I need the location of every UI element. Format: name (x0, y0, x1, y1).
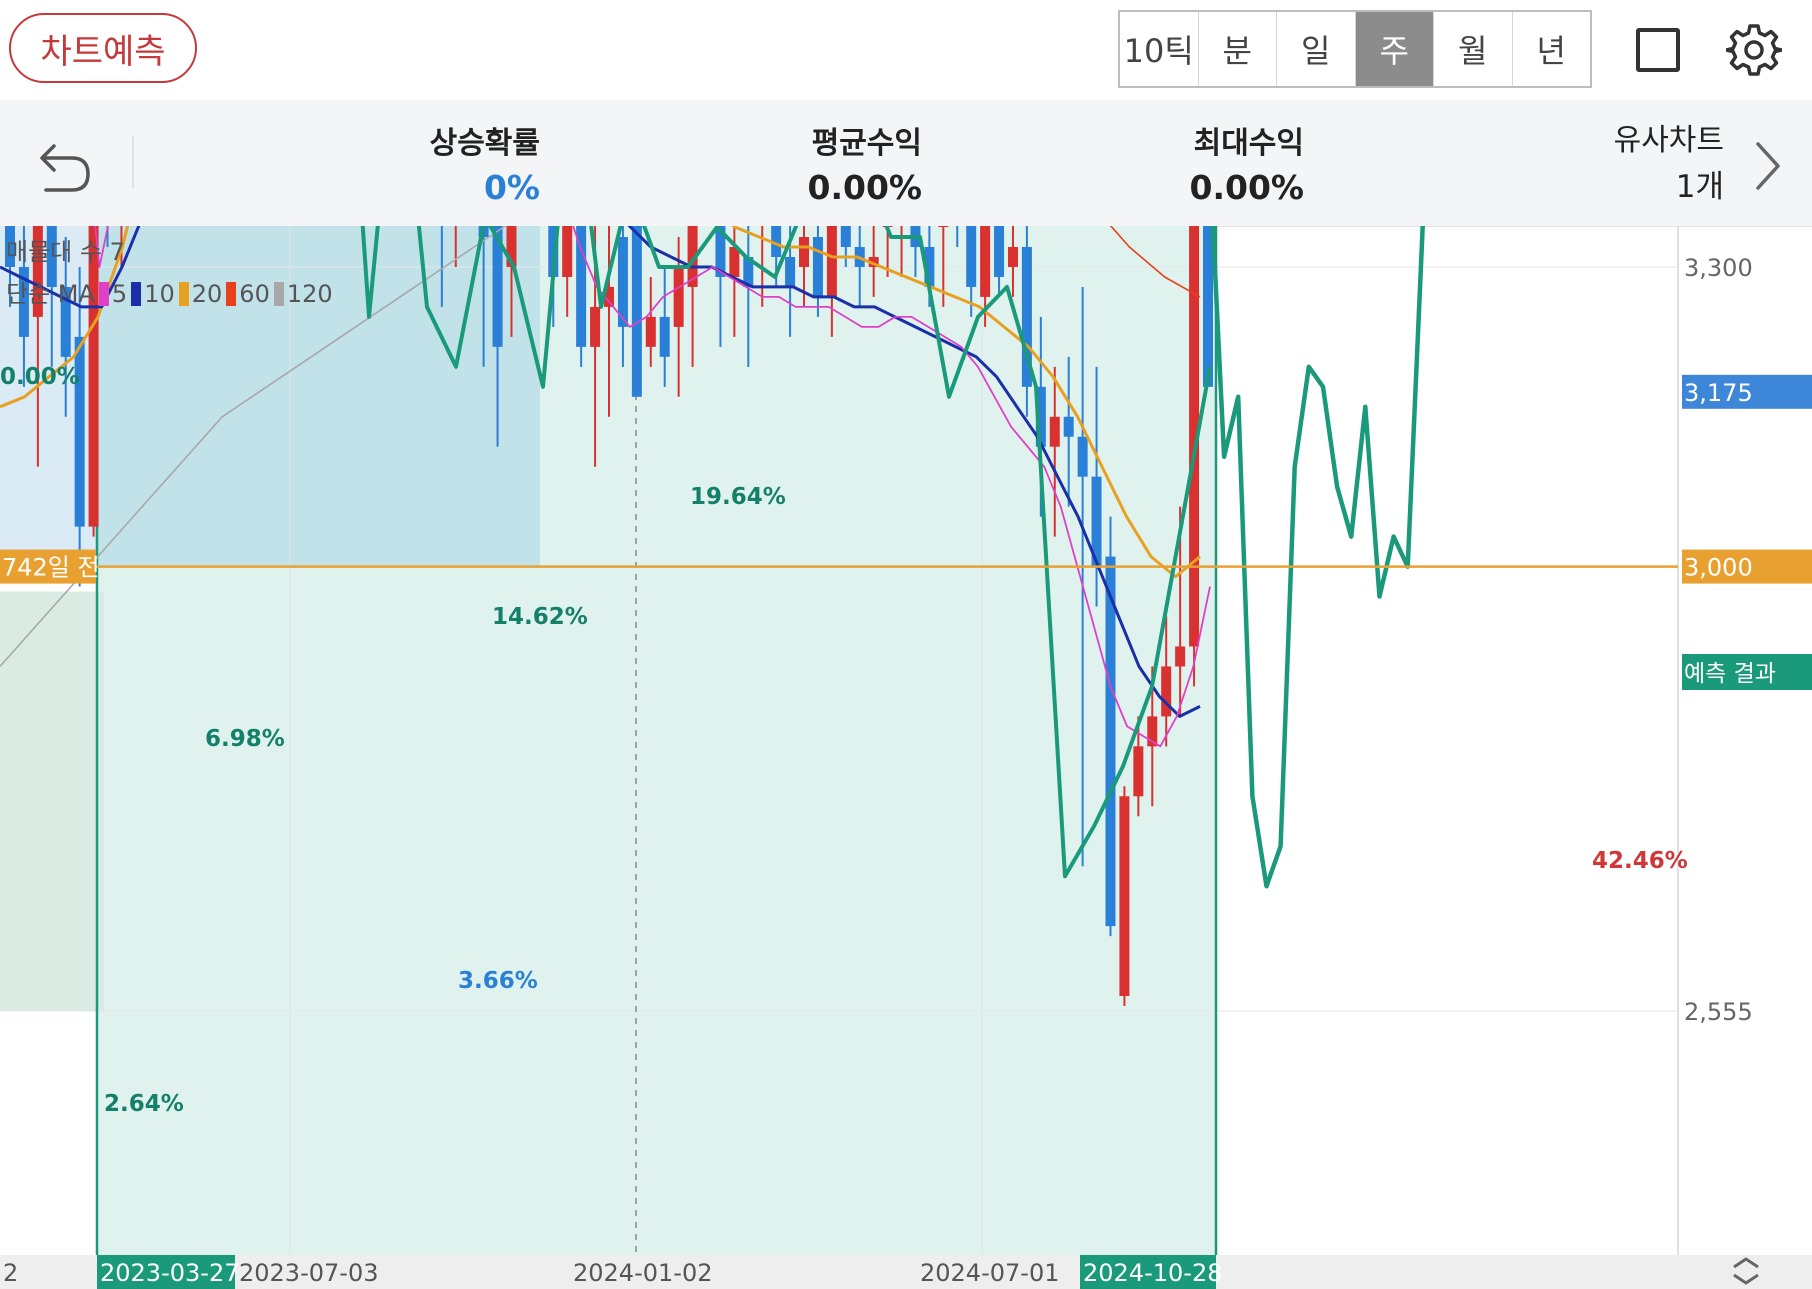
ma-swatch (226, 282, 237, 306)
candle (576, 226, 587, 367)
candle-body (1119, 796, 1130, 997)
x-tick-label: 2 (3, 1259, 18, 1287)
rise-probability: 상승확률 0% (430, 124, 540, 212)
y-tick-label: 2,555 (1684, 998, 1753, 1026)
average-return: 평균수익 0.00% (808, 124, 923, 212)
average-return-value: 0.00% (807, 168, 923, 207)
x-tick-label: 2024-07-01 (920, 1259, 1059, 1287)
candle (631, 226, 642, 397)
square-icon[interactable] (1636, 28, 1680, 72)
candle-body (980, 226, 991, 297)
candle-body (673, 266, 684, 327)
level-side-label: 742일 전 (2, 554, 100, 582)
candle-body (1077, 436, 1088, 477)
x-tick-label: 2023-03-27 (100, 1259, 239, 1287)
max-return: 최대수익 0.00% (1190, 124, 1305, 212)
candle-body (1049, 416, 1060, 447)
candle-body (799, 237, 810, 267)
similar-charts[interactable]: 유사차트 1개 (1614, 118, 1724, 210)
rise-probability-label: 상승확률 (429, 126, 540, 161)
ma-period: 120 (286, 280, 333, 308)
candle-body (562, 226, 573, 277)
candle-body (645, 316, 656, 347)
volume-pct-label: 19.64% (690, 484, 786, 510)
candle-body (729, 246, 740, 277)
candle-body (1203, 226, 1213, 387)
back-arrow-icon[interactable] (36, 138, 92, 194)
candle-body (1161, 666, 1172, 717)
x-tick-label: 2024-01-02 (573, 1259, 712, 1287)
volume-pct-label: 0.00% (0, 364, 80, 390)
candle-body (631, 226, 642, 397)
max-return-label: 최대수익 (1193, 126, 1304, 161)
gear-icon[interactable] (1726, 22, 1782, 78)
candle-body (1105, 556, 1116, 927)
candle-body (994, 226, 1005, 277)
candle-body (576, 226, 587, 347)
candle-body (812, 237, 823, 297)
tab-day[interactable]: 일 (1277, 12, 1356, 86)
chevron-right-icon[interactable] (1748, 138, 1788, 194)
max-return-value: 0.00% (1189, 168, 1305, 207)
ma-period: 20 (191, 280, 223, 308)
ma-legend-items: 5 10 20 60 120 (95, 280, 333, 308)
volume-pct-label: 6.98% (205, 726, 285, 752)
candle-body (590, 306, 601, 347)
volume-pct-label: 2.64% (104, 1091, 184, 1117)
volume-pct-label: 42.46% (1592, 848, 1688, 874)
x-tick-label: 2024-10-28 (1083, 1259, 1222, 1287)
ma-swatch (131, 282, 142, 306)
candle (1203, 226, 1213, 387)
ma-swatch (178, 282, 189, 306)
candle-body (1133, 746, 1144, 797)
chart-predict-button[interactable]: 차트예측 (9, 13, 197, 83)
tab-week[interactable]: 주 (1355, 12, 1434, 86)
candle-body (659, 316, 670, 357)
tab-month[interactable]: 월 (1434, 12, 1513, 86)
ma-legend: 단순 MA 5 10 20 60 120 (6, 274, 333, 309)
separator (132, 136, 134, 188)
period-tabs: 10틱 분 일 주 월 년 (1118, 10, 1592, 88)
candle-body (840, 226, 851, 247)
tab-10tick[interactable]: 10틱 (1120, 12, 1199, 86)
current-price-label: 3,175 (1684, 379, 1753, 407)
prediction-line (1210, 226, 1425, 889)
average-return-label: 평균수익 (811, 126, 922, 161)
candle (1119, 786, 1130, 1007)
candle-body (1007, 246, 1018, 267)
similar-charts-label: 유사차트 (1613, 123, 1724, 158)
rise-probability-value: 0% (483, 168, 540, 207)
volume-profile-label: 매물대 수 7 (6, 238, 125, 266)
candle-body (1175, 646, 1186, 667)
ma-period: 5 (111, 280, 128, 308)
candle-body (88, 226, 99, 527)
x-tick-label: 2023-07-03 (239, 1259, 378, 1287)
ma-swatch (273, 282, 284, 306)
candle-body (938, 226, 949, 228)
similar-charts-count: 1개 (1675, 169, 1724, 205)
candle-body (826, 226, 837, 297)
top-toolbar: 차트예측 10틱 분 일 주 월 년 (0, 0, 1812, 100)
ma-legend-title: 단순 MA (6, 280, 95, 308)
volume-pct-label: 3.66% (458, 968, 538, 994)
ma-period: 60 (239, 280, 270, 308)
y-tick-label: 3,300 (1684, 254, 1753, 282)
ma-swatch (98, 282, 109, 306)
tab-year[interactable]: 년 (1513, 12, 1591, 86)
candle (88, 226, 99, 537)
candle-body (966, 226, 977, 287)
candlestick-chart[interactable]: 742일 전5,000742일 전3,0005,4104,7004,0003,3… (0, 226, 1812, 1289)
candle-body (1063, 416, 1074, 437)
prediction-tag-label: 예측 결과 (1684, 661, 1776, 687)
candle (1105, 516, 1116, 937)
tab-minute[interactable]: 분 (1199, 12, 1277, 86)
volume-bar (0, 591, 104, 1011)
candle-body (785, 256, 796, 287)
level-price-label: 3,000 (1684, 554, 1753, 582)
ma-period: 10 (144, 280, 175, 308)
volume-pct-label: 14.62% (492, 604, 588, 630)
